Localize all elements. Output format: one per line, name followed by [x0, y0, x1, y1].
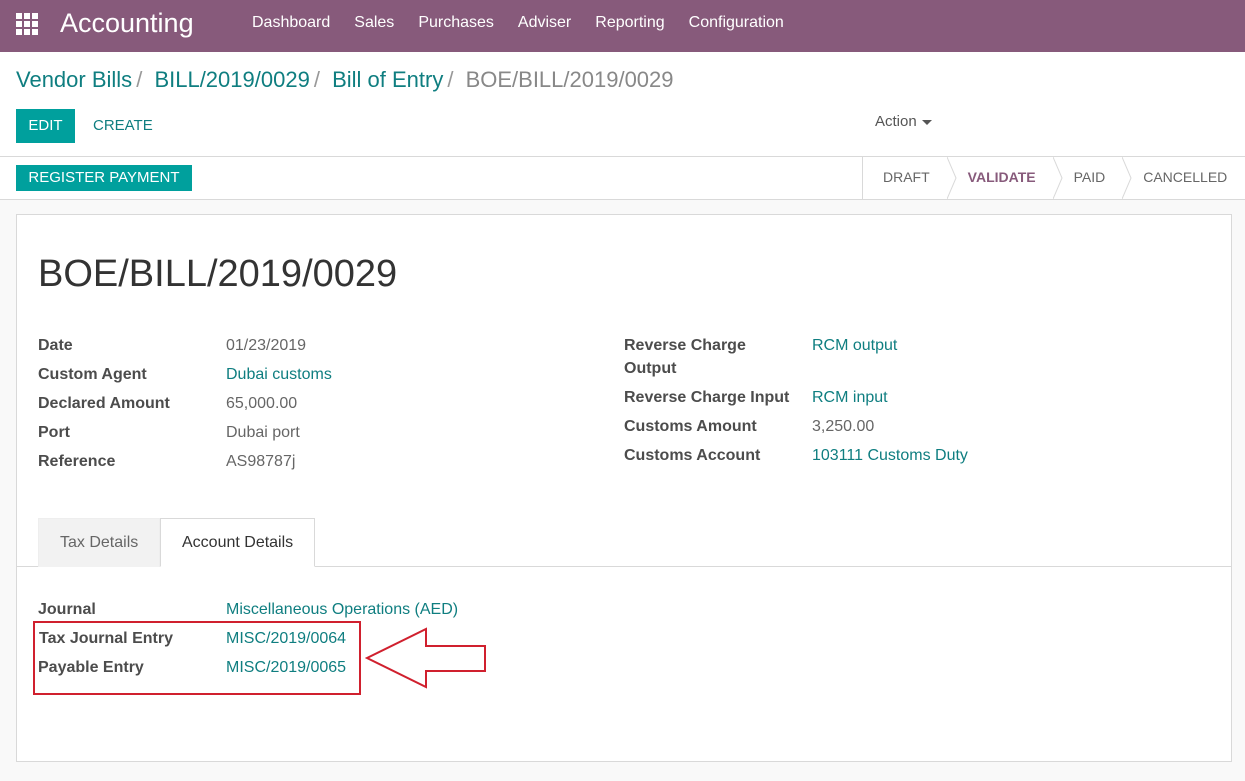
reverse-charge-output-link[interactable]: RCM output	[812, 337, 897, 355]
reverse-charge-input-label: Reverse Charge Input	[624, 389, 790, 406]
menu-item-purchases[interactable]: Purchases	[406, 0, 506, 46]
custom-agent-label: Custom Agent	[38, 366, 147, 383]
stage-label: CANCELLED	[1143, 169, 1228, 185]
main-menu: Dashboard Sales Purchases Adviser Report…	[240, 0, 796, 46]
stage-paid[interactable]: PAID	[1054, 157, 1132, 199]
stage-pipeline: DRAFT VALIDATE PAID CANCELLED	[862, 157, 1240, 199]
register-payment-button[interactable]: REGISTER PAYMENT	[16, 165, 192, 191]
reference-label: Reference	[38, 453, 116, 470]
edit-button[interactable]: EDIT	[16, 109, 75, 143]
tab-tax-details[interactable]: Tax Details	[38, 518, 161, 567]
breadcrumb-current: BOE/BILL/2019/0029	[465, 67, 674, 92]
declared-amount-value: 65,000.00	[226, 395, 298, 412]
stage-label: VALIDATE	[967, 169, 1036, 185]
caret-down-icon	[921, 119, 932, 125]
reference-value: AS98787j	[226, 453, 296, 470]
stage-label: DRAFT	[883, 169, 930, 185]
menu-item-sales[interactable]: Sales	[342, 0, 406, 46]
breadcrumb-vendor-bills[interactable]: Vendor Bills	[16, 67, 132, 92]
stage-validate[interactable]: VALIDATE	[948, 157, 1063, 199]
breadcrumb: Vendor Bills / BILL/2019/0029/ Bill of En…	[16, 67, 674, 93]
journal-link[interactable]: Miscellaneous Operations (AED)	[226, 601, 458, 619]
top-navbar: Accounting Dashboard Sales Purchases Adv…	[0, 0, 1245, 52]
menu-item-reporting[interactable]: Reporting	[583, 0, 676, 46]
status-bar: REGISTER PAYMENT DRAFT VALIDATE PAID CAN…	[0, 157, 1245, 200]
annotation-arrow-icon	[365, 627, 486, 689]
menu-item-adviser[interactable]: Adviser	[506, 0, 583, 46]
stage-label: PAID	[1073, 169, 1106, 185]
form-sheet: BOE/BILL/2019/0029 Date 01/23/2019 Custo…	[16, 214, 1232, 762]
breadcrumb-bill-of-entry[interactable]: Bill of Entry	[332, 67, 443, 92]
reverse-charge-output-label-line1: Reverse Charge	[624, 337, 746, 354]
date-label: Date	[38, 337, 73, 354]
stage-draft[interactable]: DRAFT	[863, 157, 957, 199]
tab-account-details[interactable]: Account Details	[160, 518, 316, 567]
breadcrumb-bill[interactable]: BILL/2019/0029	[154, 67, 309, 92]
apps-grid-icon[interactable]	[16, 13, 38, 35]
custom-agent-link[interactable]: Dubai customs	[226, 366, 332, 384]
customs-account-label: Customs Account	[624, 447, 761, 464]
create-button[interactable]: CREATE	[87, 109, 159, 143]
breadcrumb-separator: /	[313, 67, 320, 92]
breadcrumb-separator: /	[136, 67, 143, 92]
customs-amount-value: 3,250.00	[812, 418, 875, 435]
action-dropdown[interactable]: Action	[875, 113, 932, 130]
menu-item-dashboard[interactable]: Dashboard	[240, 0, 342, 46]
journal-label: Journal	[38, 601, 96, 618]
reverse-charge-input-link[interactable]: RCM input	[812, 389, 888, 407]
reverse-charge-output-label-line2: Output	[624, 360, 677, 377]
annotation-highlight-box	[33, 621, 361, 695]
menu-item-configuration[interactable]: Configuration	[677, 0, 796, 46]
customs-account-link[interactable]: 103111 Customs Duty	[812, 447, 968, 465]
date-value: 01/23/2019	[226, 337, 307, 354]
port-value: Dubai port	[226, 424, 300, 441]
declared-amount-label: Declared Amount	[38, 395, 170, 412]
stage-cancelled[interactable]: CANCELLED	[1123, 157, 1240, 199]
action-label: Action	[875, 113, 917, 130]
document-title: BOE/BILL/2019/0029	[38, 253, 398, 295]
customs-amount-label: Customs Amount	[624, 418, 757, 435]
app-title[interactable]: Accounting	[60, 8, 194, 39]
port-label: Port	[38, 424, 70, 441]
breadcrumb-separator: /	[447, 67, 454, 92]
control-panel: Vendor Bills / BILL/2019/0029/ Bill of En…	[0, 52, 1245, 157]
